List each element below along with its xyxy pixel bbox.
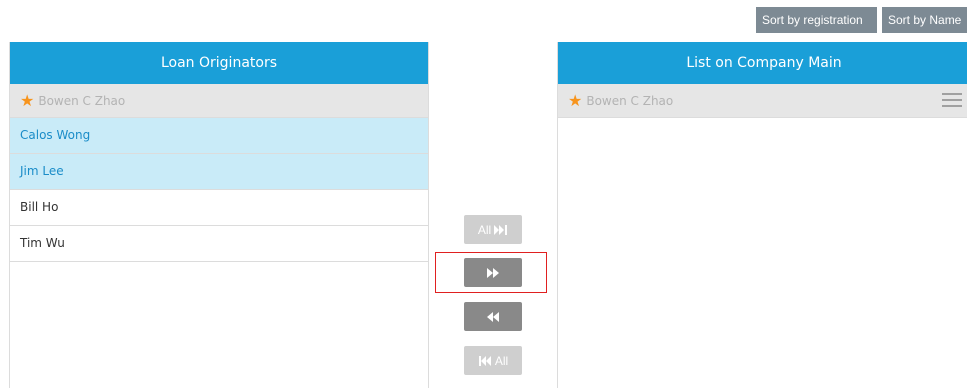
- move-all-left-button[interactable]: All: [464, 346, 522, 375]
- pinned-item: ★ Bowen C Zhao: [558, 84, 967, 118]
- company-main-list-panel: List on Company Main ★ Bowen C Zhao: [557, 42, 967, 388]
- drag-handle-icon[interactable]: [942, 93, 962, 109]
- sort-by-name-button[interactable]: Sort by Name: [882, 7, 967, 33]
- move-all-left-label: All: [494, 353, 509, 368]
- loan-originators-header: Loan Originators: [10, 42, 428, 84]
- move-right-button[interactable]: [464, 258, 522, 287]
- company-main-list-header: List on Company Main: [558, 42, 967, 84]
- pinned-item-label: Bowen C Zhao: [38, 94, 126, 108]
- list-item[interactable]: Bill Ho: [10, 190, 428, 226]
- fast-forward-end-icon: [494, 224, 508, 235]
- list-item[interactable]: Calos Wong: [10, 118, 428, 154]
- star-icon: ★: [20, 91, 35, 110]
- list-item[interactable]: Tim Wu: [10, 226, 428, 262]
- move-left-button[interactable]: [464, 302, 522, 331]
- move-all-right-button[interactable]: All: [464, 215, 522, 244]
- loan-originators-panel: Loan Originators ★ Bowen C Zhao Calos Won…: [9, 42, 429, 388]
- pinned-item-label: Bowen C Zhao: [586, 94, 674, 108]
- rewind-icon: [487, 311, 499, 322]
- fast-forward-icon: [487, 267, 499, 278]
- pinned-item: ★ Bowen C Zhao: [10, 84, 428, 118]
- list-item[interactable]: Jim Lee: [10, 154, 428, 190]
- sort-by-registration-button[interactable]: Sort by registration: [756, 7, 877, 33]
- rewind-start-icon: [478, 355, 491, 366]
- move-all-right-label: All: [477, 222, 492, 237]
- star-icon: ★: [568, 91, 583, 110]
